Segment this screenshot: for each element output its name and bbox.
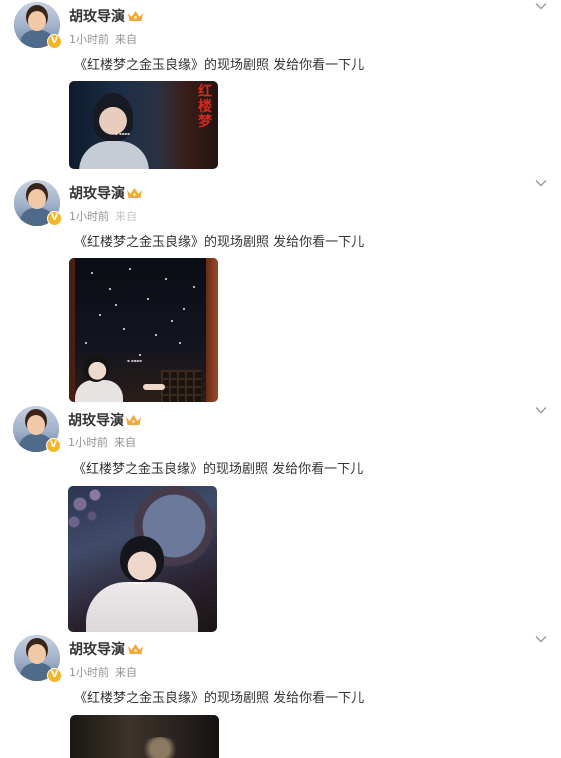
chevron-down-icon[interactable]	[535, 179, 547, 187]
post-text: 《红楼梦之金玉良缘》的现场剧照 发给你看一下儿	[74, 235, 365, 250]
author-name[interactable]: 胡玫导演	[69, 183, 125, 203]
verified-badge-icon: V	[47, 211, 62, 226]
post-source: 来自	[114, 436, 136, 449]
post-photo[interactable]: ▪ ▪▪▪▪	[69, 258, 218, 402]
chevron-down-icon[interactable]	[535, 635, 547, 643]
verified-badge-icon: V	[46, 438, 61, 453]
post-text: 《红楼梦之金玉良缘》的现场剧照 发给你看一下儿	[73, 462, 364, 477]
crown-icon	[128, 11, 143, 21]
post-meta: 1小时前 来自	[69, 664, 137, 680]
post-meta: 1小时前 来自	[69, 208, 137, 224]
crown-icon	[127, 188, 142, 198]
post-time[interactable]: 1小时前	[68, 436, 108, 449]
verified-badge-icon: V	[47, 34, 62, 49]
crown-icon	[126, 415, 141, 425]
post-photo[interactable]	[70, 715, 219, 758]
post-meta: 1小时前 来自	[68, 434, 136, 450]
post-time[interactable]: 1小时前	[69, 33, 109, 46]
photo-title-text: 红楼梦	[198, 84, 212, 130]
chevron-down-icon[interactable]	[535, 406, 547, 414]
author-name[interactable]: 胡玫导演	[69, 639, 125, 659]
chevron-down-icon[interactable]	[535, 2, 547, 10]
post-photo[interactable]: 红楼梦 ▪ ▪▪▪▪	[69, 81, 218, 169]
post-meta: 1小时前 来自	[69, 31, 137, 47]
post-photo[interactable]: ▪ ▪▪▪▪	[68, 486, 217, 632]
post-source: 来自	[115, 210, 137, 223]
post-time[interactable]: 1小时前	[69, 210, 109, 223]
post-text: 《红楼梦之金玉良缘》的现场剧照 发给你看一下儿	[74, 691, 365, 706]
author-name[interactable]: 胡玫导演	[68, 410, 124, 430]
post-source: 来自	[115, 33, 137, 46]
crown-icon	[128, 644, 143, 654]
verified-badge-icon: V	[47, 668, 62, 683]
post-time[interactable]: 1小时前	[69, 666, 109, 679]
post-source: 来自	[115, 666, 137, 679]
author-name[interactable]: 胡玫导演	[69, 6, 125, 26]
post-text: 《红楼梦之金玉良缘》的现场剧照 发给你看一下儿	[74, 58, 365, 73]
